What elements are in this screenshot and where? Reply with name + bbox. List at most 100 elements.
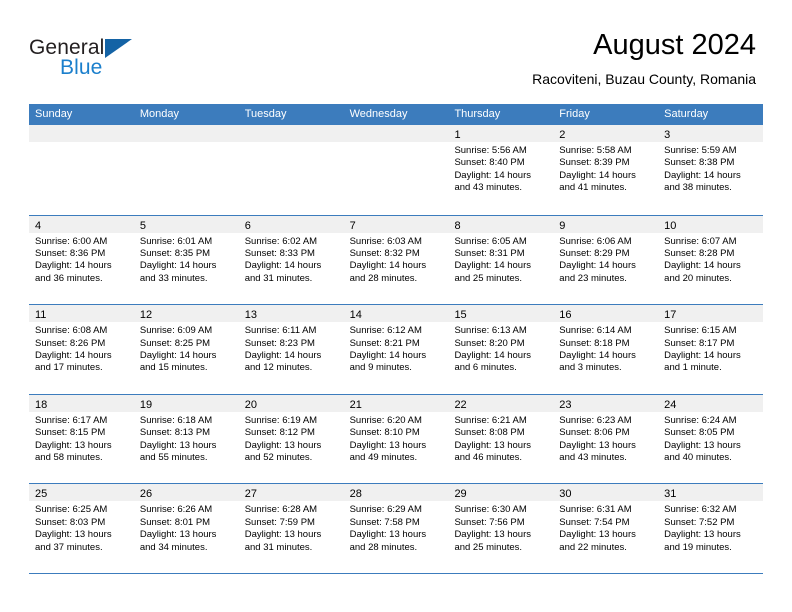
page-subtitle: Racoviteni, Buzau County, Romania bbox=[532, 71, 756, 87]
day-cell-7[interactable]: 7 Sunrise: 6:03 AM Sunset: 8:32 PM Daylight… bbox=[343, 215, 449, 305]
day-number-band: 26 bbox=[133, 484, 239, 502]
daylight-text: Daylight: 13 hours bbox=[35, 439, 112, 451]
day-number: 8 bbox=[454, 219, 461, 232]
day-details: Sunrise: 6:08 AM Sunset: 8:26 PM Daylight:… bbox=[29, 322, 134, 375]
day-number: 12 bbox=[139, 309, 153, 322]
sunrise-text: Sunrise: 5:58 AM bbox=[559, 145, 632, 156]
day-cell-9[interactable]: 9 Sunrise: 6:06 AM Sunset: 8:29 PM Daylight… bbox=[553, 215, 659, 305]
daylight-text-cont: and 33 minutes. bbox=[139, 272, 208, 284]
daylight-text-cont: and 20 minutes. bbox=[664, 272, 732, 284]
daylight-text-cont: and 25 minutes. bbox=[454, 541, 523, 553]
day-cell-23[interactable]: 23 Sunrise: 6:23 AM Sunset: 8:06 PM Dayligh… bbox=[553, 394, 659, 484]
day-details: Sunrise: 6:31 AM Sunset: 7:54 PM Daylight:… bbox=[553, 501, 658, 554]
day-cell-13[interactable]: 13 Sunrise: 6:11 AM Sunset: 8:23 PM Dayligh… bbox=[238, 305, 344, 394]
day-cell-5[interactable]: 5 Sunrise: 6:01 AM Sunset: 8:35 PM Daylight… bbox=[133, 215, 239, 305]
sunrise-text: Sunrise: 5:59 AM bbox=[664, 145, 737, 156]
day-number: 24 bbox=[664, 398, 677, 411]
daylight-text-cont: and 22 minutes. bbox=[559, 541, 627, 553]
day-cell-19[interactable]: 19 Sunrise: 6:18 AM Sunset: 8:13 PM Dayligh… bbox=[133, 394, 239, 484]
day-number-band bbox=[133, 125, 239, 142]
day-cell-14[interactable]: 14 Sunrise: 6:12 AM Sunset: 8:21 PM Dayligh… bbox=[343, 305, 449, 394]
day-number-band bbox=[343, 125, 449, 142]
day-cell-29[interactable]: 29 Sunrise: 6:30 AM Sunset: 7:56 PM Dayligh… bbox=[448, 484, 554, 573]
day-cell-16[interactable]: 16 Sunrise: 6:14 AM Sunset: 8:18 PM Dayligh… bbox=[553, 305, 659, 394]
day-cell-3[interactable]: 3 Sunrise: 5:59 AM Sunset: 8:38 PM Daylight… bbox=[658, 125, 764, 215]
day-cell-11[interactable]: 11 Sunrise: 6:08 AM Sunset: 8:26 PM Dayligh… bbox=[29, 305, 134, 394]
day-number: 23 bbox=[559, 398, 572, 411]
day-cell-22[interactable]: 22 Sunrise: 6:21 AM Sunset: 8:08 PM Dayligh… bbox=[448, 394, 554, 484]
day-cell-27[interactable]: 27 Sunrise: 6:28 AM Sunset: 7:59 PM Dayligh… bbox=[238, 484, 344, 573]
sunset-text: Sunset: 8:40 PM bbox=[454, 157, 525, 169]
daylight-text: Daylight: 14 hours bbox=[139, 260, 217, 272]
day-cell-8[interactable]: 8 Sunrise: 6:05 AM Sunset: 8:31 PM Daylight… bbox=[448, 215, 554, 305]
daylight-text: Daylight: 14 hours bbox=[559, 260, 636, 272]
daylight-text: Daylight: 13 hours bbox=[139, 439, 217, 451]
day-cell-15[interactable]: 15 Sunrise: 6:13 AM Sunset: 8:20 PM Dayligh… bbox=[448, 305, 554, 394]
daylight-text-cont: and 9 minutes. bbox=[349, 362, 412, 374]
daylight-text-cont: and 52 minutes. bbox=[244, 452, 313, 463]
sunset-text: Sunset: 8:13 PM bbox=[139, 427, 211, 439]
day-number-band: 30 bbox=[553, 484, 659, 502]
day-number: 1 bbox=[454, 129, 461, 141]
day-cell-1[interactable]: 1 Sunrise: 5:56 AM Sunset: 8:40 PM Daylight… bbox=[448, 125, 554, 215]
day-cell-25[interactable]: 25 Sunrise: 6:25 AM Sunset: 8:03 PM Dayligh… bbox=[29, 484, 134, 573]
daylight-text-cont: and 36 minutes. bbox=[35, 272, 103, 284]
day-details: Sunrise: 6:28 AM Sunset: 7:59 PM Daylight:… bbox=[239, 501, 344, 554]
day-number-band bbox=[29, 125, 134, 142]
daylight-text: Daylight: 14 hours bbox=[244, 350, 322, 361]
page-header: General Blue August 2024 Racoviteni, Buz… bbox=[0, 0, 792, 104]
day-cell-20[interactable]: 20 Sunrise: 6:19 AM Sunset: 8:12 PM Dayligh… bbox=[238, 394, 344, 484]
weekday-header-sunday: Sunday bbox=[35, 108, 73, 120]
daylight-text-cont: and 34 minutes. bbox=[139, 541, 208, 553]
day-details: Sunrise: 6:18 AM Sunset: 8:13 PM Daylight:… bbox=[134, 412, 239, 465]
day-details: Sunrise: 6:25 AM Sunset: 8:03 PM Daylight:… bbox=[29, 501, 134, 554]
day-cell-18[interactable]: 18 Sunrise: 6:17 AM Sunset: 8:15 PM Dayligh… bbox=[29, 394, 134, 484]
generalblue-logo[interactable]: General Blue bbox=[29, 36, 159, 84]
day-cell-10[interactable]: 10 Sunrise: 6:07 AM Sunset: 8:28 PM Dayligh… bbox=[658, 215, 764, 305]
day-cell-6[interactable]: 6 Sunrise: 6:02 AM Sunset: 8:33 PM Daylight… bbox=[238, 215, 344, 305]
sunrise-text: Sunrise: 6:11 AM bbox=[244, 325, 317, 337]
day-cell-2[interactable]: 2 Sunrise: 5:58 AM Sunset: 8:39 PM Daylight… bbox=[553, 125, 659, 215]
grid-bottom-border bbox=[29, 572, 763, 574]
weekday-header-friday: Friday bbox=[559, 108, 590, 120]
day-number: 14 bbox=[349, 309, 362, 322]
weekday-header-wednesday: Wednesday bbox=[349, 108, 408, 120]
daylight-text-cont: and 6 minutes. bbox=[454, 362, 517, 374]
day-details: Sunrise: 6:21 AM Sunset: 8:08 PM Daylight:… bbox=[448, 412, 553, 465]
day-number: 26 bbox=[139, 488, 153, 501]
calendar-week-row: 25 Sunrise: 6:25 AM Sunset: 8:03 PM Dayligh… bbox=[29, 483, 764, 573]
sunrise-text: Sunrise: 6:26 AM bbox=[139, 504, 213, 516]
daylight-text: Daylight: 13 hours bbox=[349, 439, 427, 451]
day-number: 25 bbox=[35, 488, 48, 501]
day-number: 17 bbox=[664, 309, 677, 322]
day-cell-28[interactable]: 28 Sunrise: 6:29 AM Sunset: 7:58 PM Dayligh… bbox=[343, 484, 449, 573]
sunrise-text: Sunrise: 6:06 AM bbox=[559, 235, 632, 247]
day-cell-17[interactable]: 17 Sunrise: 6:15 AM Sunset: 8:17 PM Dayligh… bbox=[658, 305, 764, 394]
sunrise-text: Sunrise: 6:24 AM bbox=[664, 414, 737, 426]
day-number: 21 bbox=[349, 398, 362, 411]
title-block: August 2024 Racoviteni, Buzau County, Ro… bbox=[532, 28, 756, 88]
day-number: 3 bbox=[664, 129, 671, 141]
day-cell-12[interactable]: 12 Sunrise: 6:09 AM Sunset: 8:25 PM Dayligh… bbox=[133, 305, 239, 394]
daylight-text: Daylight: 14 hours bbox=[349, 350, 427, 361]
day-number-band: 12 bbox=[133, 305, 239, 323]
day-number-band: 1 bbox=[448, 125, 554, 142]
day-cell-21[interactable]: 21 Sunrise: 6:20 AM Sunset: 8:10 PM Dayligh… bbox=[343, 394, 449, 484]
daylight-text-cont: and 46 minutes. bbox=[454, 452, 523, 463]
sunset-text: Sunset: 7:58 PM bbox=[349, 516, 420, 528]
day-cell-26[interactable]: 26 Sunrise: 6:26 AM Sunset: 8:01 PM Dayligh… bbox=[133, 484, 239, 573]
day-number: 27 bbox=[244, 488, 257, 501]
day-cell-30[interactable]: 30 Sunrise: 6:31 AM Sunset: 7:54 PM Dayligh… bbox=[553, 484, 659, 573]
day-number: 9 bbox=[559, 219, 566, 232]
calendar-grid: Sunday Monday Tuesday Wednesday Thursday Frid… bbox=[29, 104, 764, 574]
sunset-text: Sunset: 8:31 PM bbox=[454, 248, 525, 259]
sunrise-text: Sunrise: 6:14 AM bbox=[559, 325, 632, 337]
day-number-band: 6 bbox=[238, 215, 344, 233]
day-cell-31[interactable]: 31 Sunrise: 6:32 AM Sunset: 7:52 PM Dayligh… bbox=[658, 484, 764, 573]
day-cell-4[interactable]: 4 Sunrise: 6:00 AM Sunset: 8:36 PM Daylight… bbox=[29, 215, 134, 305]
day-number-band: 10 bbox=[658, 215, 764, 233]
sunset-text: Sunset: 8:35 PM bbox=[139, 248, 211, 259]
sunset-text: Sunset: 8:38 PM bbox=[664, 157, 735, 169]
day-number: 4 bbox=[35, 219, 42, 232]
day-cell-24[interactable]: 24 Sunrise: 6:24 AM Sunset: 8:05 PM Dayligh… bbox=[658, 394, 764, 484]
